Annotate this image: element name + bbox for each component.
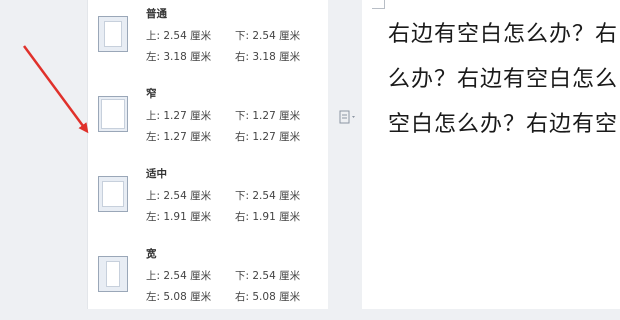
margin-left-value: 左: 1.91 厘米 [146,211,212,223]
margin-left-value: 左: 3.18 厘米 [146,51,212,63]
margin-top-value: 上: 1.27 厘米 [146,110,212,122]
margin-preset-moderate[interactable]: 适中 上: 2.54 厘米 下: 2.54 厘米 左: 1.91 厘米 右: 1… [88,160,328,240]
margin-preset-wide-thumbnail-icon [98,256,128,292]
margin-preset-narrow[interactable]: 窄 上: 1.27 厘米 下: 1.27 厘米 左: 1.27 厘米 右: 1.… [88,80,328,160]
document-text-line: 么办？右边有空白怎么 [388,67,619,92]
margin-bottom-value: 下: 1.27 厘米 [235,110,301,122]
document-paste-icon[interactable] [339,110,361,124]
margin-bottom-value: 下: 2.54 厘米 [235,30,301,42]
margin-preset-name: 普通 [146,8,167,20]
margin-bottom-value: 下: 2.54 厘米 [235,270,301,282]
margin-preset-name: 窄 [146,88,157,100]
margin-preset-name: 适中 [146,168,167,180]
margin-right-value: 右: 1.27 厘米 [235,131,301,143]
margin-preset-moderate-thumbnail-icon [98,176,128,212]
margin-preset-narrow-thumbnail-icon [98,96,128,132]
margin-left-value: 左: 5.08 厘米 [146,291,212,303]
document-text-line: 空白怎么办？右边有空 [388,112,619,137]
margin-preset-name: 宽 [146,248,157,260]
page-corner-marker [372,0,385,9]
margin-right-value: 右: 3.18 厘米 [235,51,301,63]
margin-preset-wide[interactable]: 宽 上: 2.54 厘米 下: 2.54 厘米 左: 5.08 厘米 右: 5.… [88,240,328,320]
margin-preset-normal[interactable]: 普通 上: 2.54 厘米 下: 2.54 厘米 左: 3.18 厘米 右: 3… [88,0,328,80]
workspace-gutter [328,0,362,309]
page-margins-dropdown: 普通 上: 2.54 厘米 下: 2.54 厘米 左: 3.18 厘米 右: 3… [87,0,329,309]
document-page[interactable]: 右边有空白怎么办？右 么办？右边有空白怎么 空白怎么办？右边有空 [362,0,620,309]
margin-preset-normal-thumbnail-icon [98,16,128,52]
margin-left-value: 左: 1.27 厘米 [146,131,212,143]
margin-top-value: 上: 2.54 厘米 [146,270,212,282]
margin-top-value: 上: 2.54 厘米 [146,30,212,42]
margin-top-value: 上: 2.54 厘米 [146,190,212,202]
margin-right-value: 右: 5.08 厘米 [235,291,301,303]
margin-right-value: 右: 1.91 厘米 [235,211,301,223]
margin-bottom-value: 下: 2.54 厘米 [235,190,301,202]
left-workspace-strip [0,0,87,309]
document-text-line: 右边有空白怎么办？右 [388,22,619,47]
